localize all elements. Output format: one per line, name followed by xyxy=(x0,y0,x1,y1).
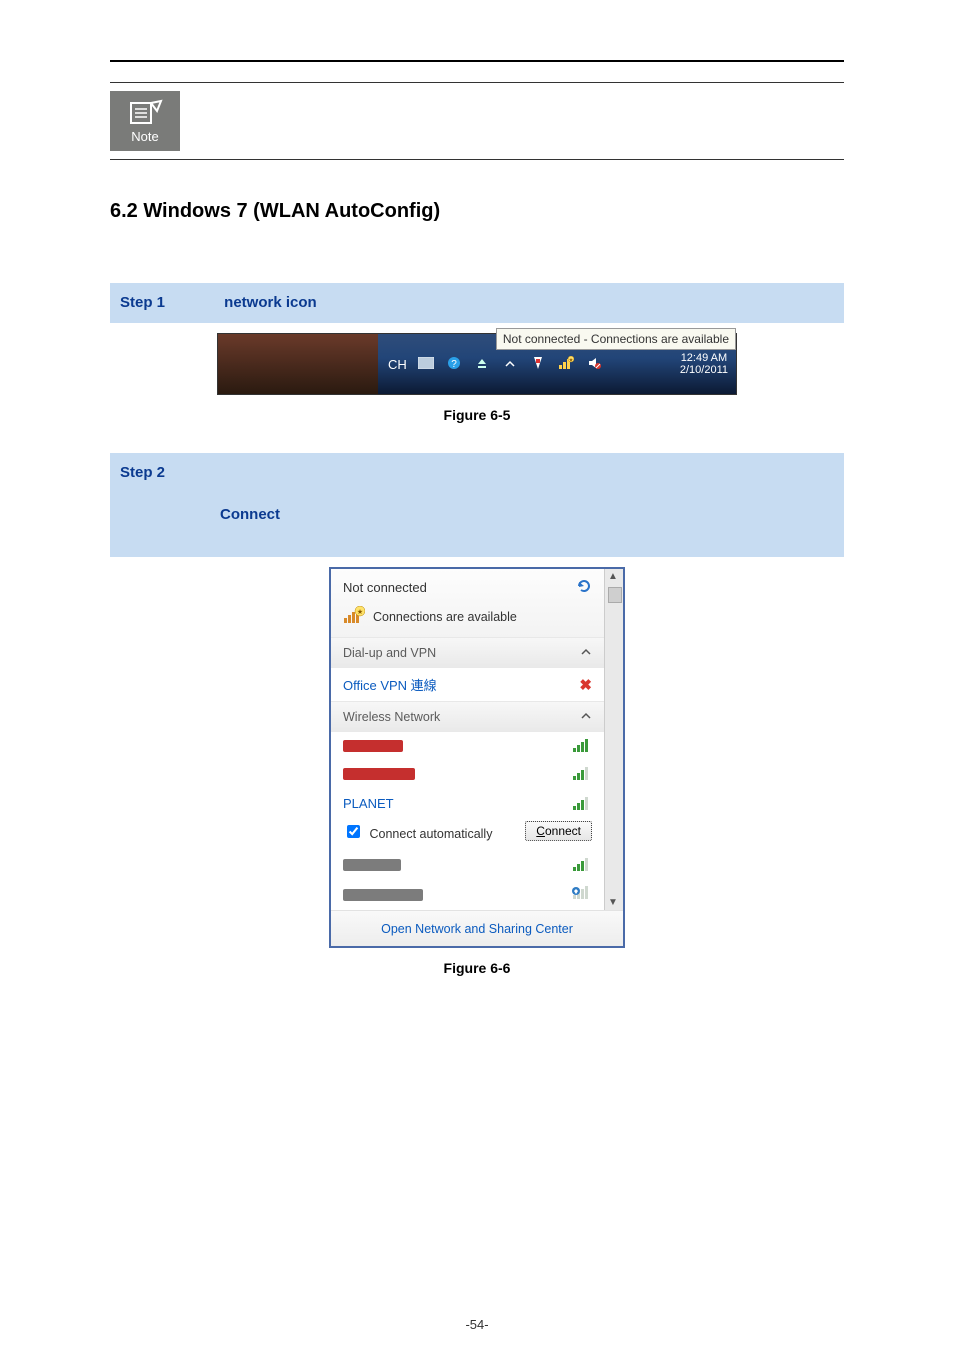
wifi-selected-ssid: PLANET xyxy=(343,796,394,811)
wifi-connections-available: Connections are available xyxy=(373,610,517,624)
keyboard-icon[interactable] xyxy=(417,357,435,372)
open-network-center-label: Open Network and Sharing Center xyxy=(381,922,573,936)
note-label: Note xyxy=(131,129,158,144)
wifi-item-redacted-3[interactable] xyxy=(331,851,604,879)
step-2-bar: Step 2 Connect xyxy=(110,453,844,557)
signal-3-icon xyxy=(572,858,592,872)
scroll-down-icon[interactable]: ▼ xyxy=(608,897,618,908)
clock-date: 2/10/2011 xyxy=(680,364,728,376)
note-icon: Note xyxy=(110,91,180,151)
wifi-status-text: Not connected xyxy=(343,580,427,595)
dialup-vpn-header[interactable]: Dial-up and VPN xyxy=(331,637,604,668)
note-callout: Note xyxy=(110,82,844,160)
clock-time: 12:49 AM xyxy=(680,352,728,364)
dialup-vpn-label: Dial-up and VPN xyxy=(343,646,436,660)
taskbar-tooltip: Not connected - Connections are availabl… xyxy=(496,328,736,350)
network-icon[interactable]: ★ xyxy=(557,356,575,373)
error-icon: ✖ xyxy=(579,676,592,694)
volume-icon[interactable] xyxy=(585,356,603,373)
vpn-item[interactable]: Office VPN 連線 ✖ xyxy=(331,668,604,701)
refresh-icon[interactable] xyxy=(576,579,592,596)
chevron-up-icon xyxy=(580,710,592,724)
action-center-icon[interactable] xyxy=(529,356,547,373)
svg-text:★: ★ xyxy=(569,357,574,363)
signal-3-icon xyxy=(572,797,592,811)
eject-icon[interactable] xyxy=(473,357,491,372)
figure-6-5-caption: Figure 6-5 xyxy=(110,407,844,423)
wireless-network-label: Wireless Network xyxy=(343,710,440,724)
open-network-center-link[interactable]: Open Network and Sharing Center xyxy=(331,910,623,946)
signal-full-icon xyxy=(572,739,592,753)
wifi-item-redacted-4[interactable] xyxy=(331,879,604,910)
vpn-item-label: Office VPN 連線 xyxy=(343,675,437,694)
scrollbar[interactable]: ▲ ▼ xyxy=(604,569,623,910)
wifi-item-redacted-2[interactable] xyxy=(331,760,604,788)
connect-automatically-checkbox[interactable]: Connect automatically xyxy=(343,822,492,841)
signal-warning-icon: ★ xyxy=(343,606,365,627)
scroll-up-icon[interactable]: ▲ xyxy=(608,571,618,582)
step-2-keyword: Connect xyxy=(220,506,280,523)
connect-button-rest: onnect xyxy=(545,824,581,838)
section-heading: 6.2 Windows 7 (WLAN AutoConfig) xyxy=(110,200,844,223)
chevron-up-icon xyxy=(580,646,592,660)
connect-automatically-label: Connect automatically xyxy=(369,827,492,841)
taskbar-screenshot: Not connected - Connections are availabl… xyxy=(217,333,737,395)
step-1-number: Step 1 xyxy=(120,291,220,315)
wifi-item-redacted-1[interactable] xyxy=(331,732,604,760)
page-number: -54- xyxy=(0,1317,954,1332)
step-1-bar: Step 1 network icon xyxy=(110,283,844,323)
svg-text:★: ★ xyxy=(357,608,363,616)
step-2-number: Step 2 xyxy=(120,461,220,485)
svg-text:?: ? xyxy=(451,359,457,370)
signal-shield-icon xyxy=(572,886,592,903)
taskbar-clock[interactable]: 12:49 AM 2/10/2011 xyxy=(672,348,736,380)
connect-button[interactable]: Connect xyxy=(525,821,592,841)
chevron-up-icon[interactable] xyxy=(501,357,519,372)
help-icon[interactable]: ? xyxy=(445,356,463,373)
figure-6-6-caption: Figure 6-6 xyxy=(110,960,844,976)
step-1-keyword: network icon xyxy=(224,294,317,311)
wifi-popup: Not connected xyxy=(329,567,625,948)
wifi-item-selected[interactable]: PLANET Conne xyxy=(331,788,604,851)
ime-indicator[interactable]: CH xyxy=(388,357,407,372)
wireless-network-header[interactable]: Wireless Network xyxy=(331,701,604,732)
scroll-thumb[interactable] xyxy=(608,587,622,603)
signal-3-icon xyxy=(572,767,592,781)
